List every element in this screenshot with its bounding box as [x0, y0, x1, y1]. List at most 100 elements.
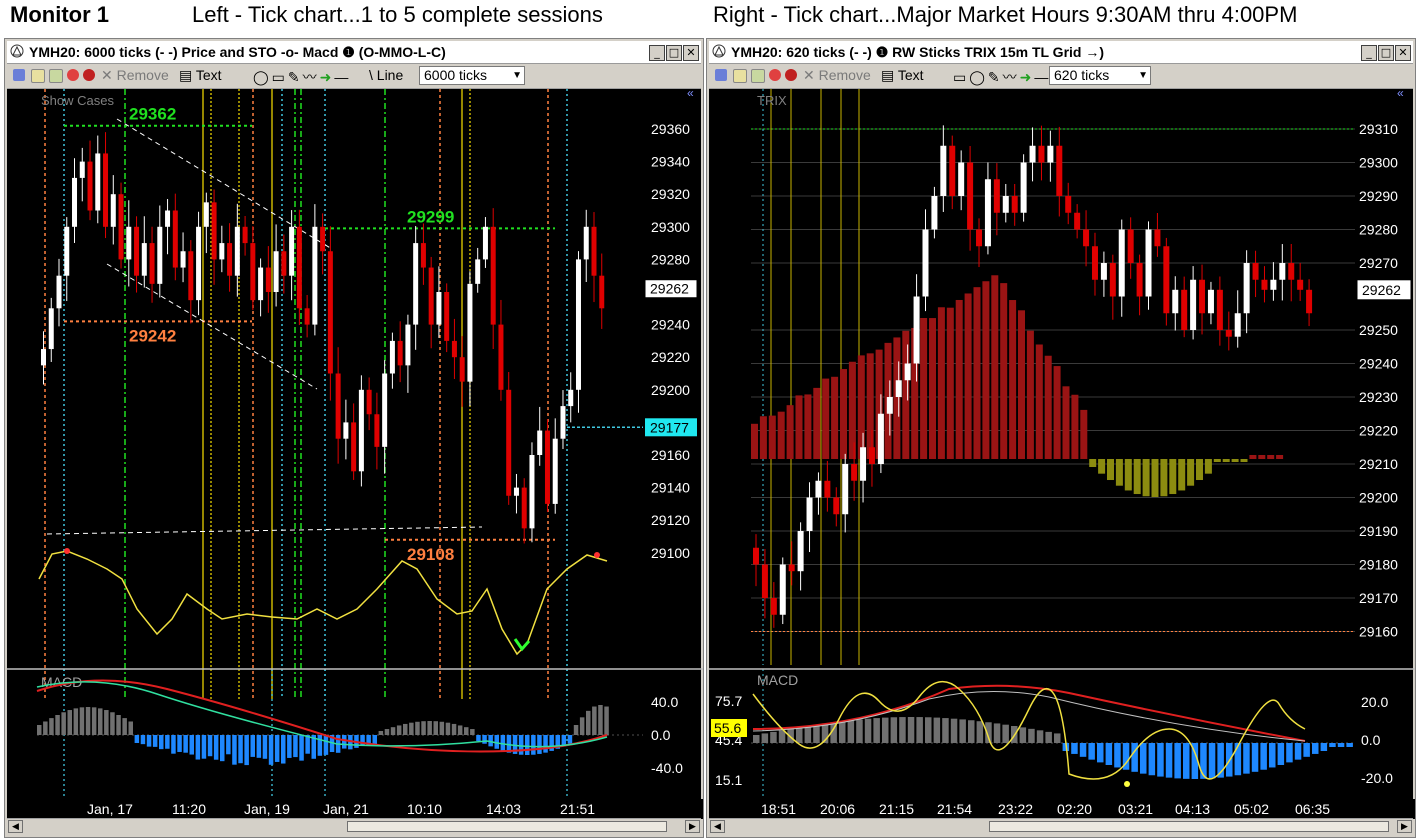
minimize-icon[interactable]: _: [1361, 45, 1377, 61]
close-icon[interactable]: ✕: [1395, 45, 1411, 61]
macd-histogram-bar: [1157, 743, 1164, 777]
scroll-left-icon[interactable]: ◀: [710, 820, 725, 833]
candle: [343, 422, 349, 439]
right-titlebar[interactable]: YMH20: 620 ticks (- -) ❶ RW Sticks TRIX …: [709, 41, 1413, 64]
trix-bar: [1124, 459, 1132, 491]
price-tick-label: 29310: [1359, 121, 1398, 137]
macd-histogram-bar: [1097, 743, 1104, 763]
candle: [788, 564, 795, 572]
time-axis-label: 10:10: [407, 801, 442, 817]
time-axis-label: Jan, 21: [323, 801, 369, 817]
pointer-icon[interactable]: [13, 69, 25, 81]
zoom-out-icon[interactable]: [83, 69, 95, 81]
macd-histogram-bar: [976, 721, 984, 743]
macd-histogram-bar: [390, 727, 396, 735]
candle: [1181, 289, 1188, 330]
candle: [467, 283, 473, 382]
scroll-right-icon[interactable]: ▶: [1397, 820, 1412, 833]
time-axis-label: 21:51: [560, 801, 595, 817]
remove-button[interactable]: ✕ Remove: [803, 67, 871, 84]
text-tool-button[interactable]: ▤ Text: [881, 67, 924, 84]
maximize-icon[interactable]: □: [666, 45, 682, 61]
macd-histogram-bar: [1054, 733, 1061, 743]
trix-bar: [1142, 459, 1150, 497]
zoom-out-icon[interactable]: [785, 69, 797, 81]
text-tool-button[interactable]: ▤ Text: [179, 67, 222, 84]
macd-histogram-bar: [244, 735, 249, 766]
left-chart-svg[interactable]: 29360 29340 29320 29300 29280 29240 29220 29200…: [7, 86, 703, 819]
macd-histogram-bar: [899, 717, 906, 743]
macd-histogram-bar: [464, 727, 469, 735]
right-chart-svg[interactable]: TRIX 29310 29300 29290 29280 29270 29250 29240 2…: [709, 86, 1415, 819]
pointer-icon[interactable]: [715, 69, 727, 81]
candle: [1038, 145, 1045, 163]
grid-icon[interactable]: [49, 69, 63, 83]
macd-tick-label: 0.0: [1361, 732, 1381, 748]
macd-tick-label: -40.0: [651, 760, 683, 776]
macd-histogram-bar: [177, 735, 182, 752]
macd-histogram-bar: [1028, 728, 1035, 743]
dropdown-arrow-icon: ▼: [512, 70, 522, 81]
sheet-icon[interactable]: [733, 69, 747, 83]
shape-tools[interactable]: ▭◯✎〰➜—: [953, 67, 1051, 87]
trix-bar: [751, 423, 758, 459]
price-tick-label: 29160: [651, 447, 690, 463]
sto-marker: [1124, 781, 1130, 787]
candle: [984, 179, 991, 247]
left-scrollbar[interactable]: ◀ ▶: [7, 818, 701, 835]
macd-histogram-bar: [201, 735, 207, 759]
trix-bar: [1151, 459, 1159, 497]
candle: [56, 275, 62, 309]
candle: [482, 226, 488, 260]
candle: [1011, 196, 1018, 213]
trix-bar: [786, 405, 794, 459]
right-chart-area[interactable]: TRIX 29310 29300 29290 29280 29270 29250 29240 2…: [709, 86, 1415, 819]
macd-histogram-bar: [959, 719, 966, 743]
candle: [1136, 263, 1143, 297]
candle: [958, 162, 965, 196]
shape-tools[interactable]: ◯▭✎〰➜—: [253, 67, 351, 87]
close-icon[interactable]: ✕: [683, 45, 699, 61]
trix-bar: [1035, 344, 1043, 459]
candle: [1002, 196, 1009, 213]
trix-bar: [831, 376, 839, 459]
scroll-right-icon[interactable]: ▶: [685, 820, 700, 833]
maximize-icon[interactable]: □: [1378, 45, 1394, 61]
trix-bar: [1071, 394, 1079, 459]
macd-histogram-bar: [1312, 743, 1319, 754]
candle: [1172, 289, 1179, 314]
candle: [1029, 145, 1036, 163]
macd-histogram-bar: [55, 714, 60, 735]
minimize-icon[interactable]: _: [649, 45, 665, 61]
macd-histogram-bar: [1200, 743, 1207, 779]
candle: [289, 226, 295, 276]
left-chart-area[interactable]: 29360 29340 29320 29300 29280 29240 29220 29200…: [7, 86, 703, 819]
candle: [250, 243, 256, 301]
candle: [1243, 263, 1250, 314]
line-tool-button[interactable]: \ Line: [369, 67, 403, 83]
trix-bar: [795, 395, 803, 459]
right-scrollbar[interactable]: ◀ ▶: [709, 818, 1413, 835]
trix-label: TRIX: [757, 93, 787, 108]
candle: [895, 380, 902, 397]
remove-button[interactable]: ✕ Remove: [101, 67, 169, 84]
zoom-in-icon[interactable]: [769, 69, 781, 81]
macd-histogram-bar: [942, 718, 949, 743]
time-axis-label: 21:15: [879, 801, 914, 817]
scroll-thumb[interactable]: [347, 821, 667, 832]
tick-interval-select[interactable]: 6000 ticks ▼: [419, 66, 525, 85]
scroll-thumb[interactable]: [989, 821, 1389, 832]
macd-histogram-bar: [427, 721, 432, 735]
price-tick-label: 29210: [1359, 456, 1398, 472]
candle: [157, 226, 163, 284]
tick-interval-select[interactable]: 620 ticks ▼: [1049, 66, 1151, 85]
left-titlebar[interactable]: YMH20: 6000 ticks (- -) Price and STO -o…: [7, 41, 701, 64]
candle: [940, 145, 947, 196]
sheet-icon[interactable]: [31, 69, 45, 83]
grid-icon[interactable]: [751, 69, 765, 83]
macd-histogram-bar: [1165, 743, 1173, 778]
macd-histogram-bar: [396, 725, 402, 735]
macd-histogram-bar: [753, 735, 760, 743]
zoom-in-icon[interactable]: [67, 69, 79, 81]
scroll-left-icon[interactable]: ◀: [8, 820, 23, 833]
